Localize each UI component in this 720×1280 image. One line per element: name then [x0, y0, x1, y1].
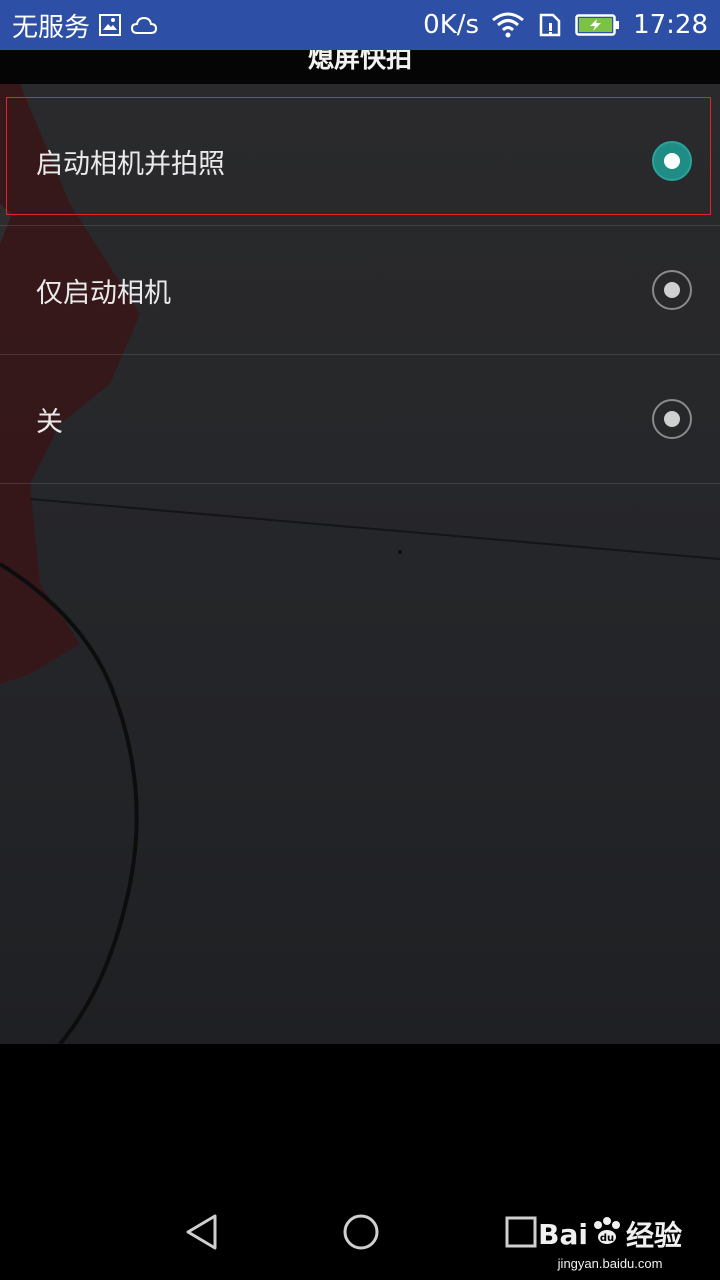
carrier-text: 无服务: [12, 12, 91, 43]
watermark-brand: Bai: [538, 1217, 588, 1251]
radio-dot: [664, 411, 680, 427]
paw-icon: du: [590, 1216, 624, 1253]
clock-time: 17:28: [633, 10, 708, 40]
svg-text:du: du: [600, 1233, 614, 1244]
option-label: 关: [36, 406, 63, 438]
radio-button-selected[interactable]: [652, 141, 692, 181]
battery-charging-icon: [575, 13, 621, 37]
option-label: 启动相机并拍照: [36, 148, 225, 180]
baidu-jingyan-watermark: Bai du 经验 jingyan.baidu.com: [538, 1214, 682, 1271]
network-speed: 0K/s: [423, 10, 480, 40]
page-title: 熄屏快拍: [307, 50, 412, 74]
watermark-brand-suffix: 经验: [625, 1219, 682, 1252]
watermark-url: jingyan.baidu.com: [557, 1256, 663, 1271]
option-launch-camera-and-shoot[interactable]: 启动相机并拍照: [0, 97, 720, 226]
image-notification-icon: [98, 13, 122, 37]
back-icon[interactable]: [180, 1210, 224, 1254]
radio-button[interactable]: [652, 399, 692, 439]
option-launch-camera-only[interactable]: 仅启动相机: [0, 226, 720, 355]
radio-dot: [664, 282, 680, 298]
recents-icon[interactable]: [499, 1210, 543, 1254]
status-left: 无服务: [12, 7, 158, 44]
status-right: 0K/s 17:28: [423, 10, 708, 40]
page-header: 熄屏快拍: [0, 50, 720, 84]
screen: 无服务 0K/s 17:28 熄屏快拍 启动相机并拍照 仅启动相机 关 Bai …: [0, 0, 720, 1280]
option-off[interactable]: 关: [0, 355, 720, 484]
status-bar: 无服务 0K/s 17:28: [0, 0, 720, 50]
option-label: 仅启动相机: [36, 277, 171, 309]
sim-card-icon: [537, 12, 563, 38]
radio-dot: [664, 153, 680, 169]
wifi-icon: [491, 12, 525, 38]
cloud-icon: [130, 14, 158, 36]
radio-button[interactable]: [652, 270, 692, 310]
home-icon[interactable]: [339, 1210, 383, 1254]
watermark-logo: Bai du 经验: [538, 1214, 682, 1254]
